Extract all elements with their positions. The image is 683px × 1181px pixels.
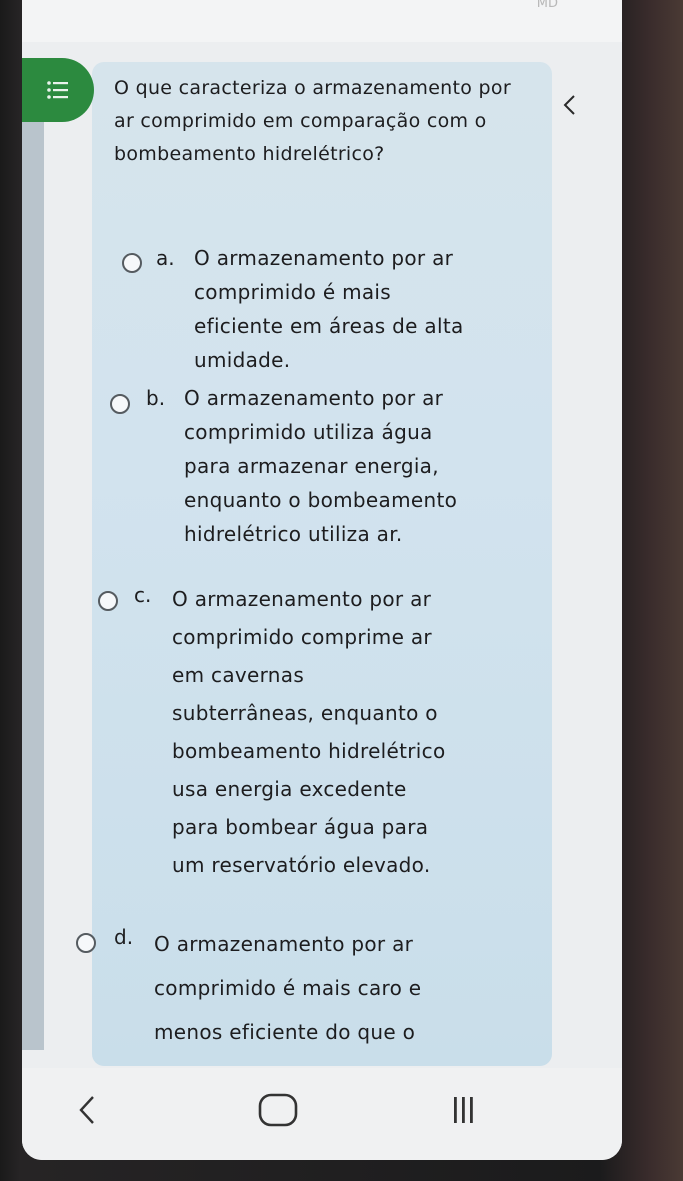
option-line: comprimido comprime ar	[172, 625, 432, 649]
question-index-button[interactable]	[22, 58, 94, 122]
option-line: para armazenar energia,	[184, 454, 439, 478]
nav-home-icon	[257, 1092, 299, 1132]
option-a-letter: a.	[156, 246, 175, 270]
nav-recent-apps-button[interactable]	[438, 1090, 488, 1134]
nav-home-button[interactable]	[248, 1088, 308, 1136]
nav-back-icon	[78, 1095, 96, 1129]
option-d-radio[interactable]	[76, 933, 96, 953]
option-a-radio[interactable]	[122, 253, 142, 273]
option-line: O armazenamento por ar	[172, 587, 432, 611]
option-b-label[interactable]: O armazenamento por ar comprimido utiliz…	[184, 381, 524, 551]
question-card	[92, 62, 552, 1066]
option-d-letter: d.	[114, 925, 134, 949]
option-c-label[interactable]: O armazenamento por ar comprimido compri…	[172, 580, 532, 884]
option-line: hidrelétrico utiliza ar.	[184, 522, 403, 546]
option-line: O armazenamento por ar	[184, 386, 444, 410]
option-line: comprimido é mais	[194, 280, 391, 304]
side-panel	[22, 110, 44, 1050]
option-line: usa energia excedente	[172, 777, 407, 801]
option-line: subterrâneas, enquanto o	[172, 701, 438, 725]
option-line: menos eficiente do que o	[154, 1020, 416, 1044]
option-line: eficiente em áreas de alta	[194, 314, 464, 338]
navigation-bar	[22, 1068, 622, 1160]
option-line: umidade.	[194, 348, 291, 372]
option-d-label[interactable]: O armazenamento por ar comprimido é mais…	[154, 922, 534, 1054]
nav-back-button[interactable]	[62, 1090, 112, 1134]
option-line: para bombear água para	[172, 815, 429, 839]
option-line: comprimido é mais caro e	[154, 976, 422, 1000]
list-icon	[46, 80, 70, 100]
question-text: O que caracteriza o armazenamento por ar…	[114, 77, 511, 165]
status-bar: MD	[22, 0, 622, 42]
previous-question-button[interactable]	[558, 92, 580, 122]
option-line: O armazenamento por ar	[194, 246, 454, 270]
nav-recent-apps-icon	[448, 1095, 478, 1129]
option-line: em cavernas	[172, 663, 305, 687]
option-b-radio[interactable]	[110, 394, 130, 414]
chevron-left-icon	[562, 94, 576, 120]
option-a-label[interactable]: O armazenamento por ar comprimido é mais…	[194, 241, 524, 377]
option-c-radio[interactable]	[98, 591, 118, 611]
option-b-letter: b.	[146, 386, 166, 410]
status-indicator: MD	[536, 0, 558, 11]
option-line: comprimido utiliza água	[184, 420, 433, 444]
phone-screen: MD O que caracteriza o armazenamento por…	[22, 0, 622, 1160]
option-line: O armazenamento por ar	[154, 932, 414, 956]
option-line: bombeamento hidrelétrico	[172, 739, 446, 763]
option-c-letter: c.	[134, 583, 152, 607]
option-line: um reservatório elevado.	[172, 853, 431, 877]
option-line: enquanto o bombeamento	[184, 488, 458, 512]
